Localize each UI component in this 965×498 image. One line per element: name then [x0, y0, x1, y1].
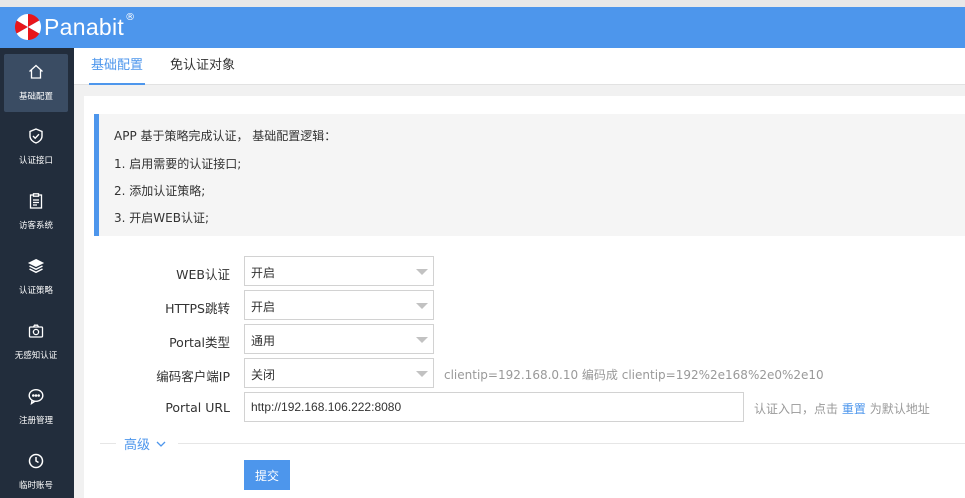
registered-mark: ®	[125, 11, 136, 23]
portal-url-input[interactable]	[244, 392, 744, 422]
sidebar-item-seamless-auth[interactable]: 无感知认证	[4, 313, 68, 371]
select-value: 开启	[251, 300, 276, 314]
encode-client-ip-label: 编码客户端IP	[156, 369, 230, 384]
dropdown-caret-icon	[416, 269, 428, 275]
shield-check-icon	[29, 128, 43, 144]
sidebar-item-label: 认证接口	[18, 156, 53, 166]
app-header: Panabit ®	[0, 7, 965, 48]
advanced-label: 高级	[124, 438, 151, 453]
tab-bar: 基础配置 免认证对象	[74, 48, 965, 85]
sidebar-item-basic-config[interactable]: 基础配置	[4, 54, 68, 112]
advanced-toggle[interactable]: 高级	[124, 434, 166, 453]
sidebar-item-temp-account[interactable]: 临时账号	[4, 443, 68, 498]
brand-name: Panabit	[44, 13, 125, 40]
clipboard-icon	[29, 193, 43, 209]
sidebar-item-auth-interface[interactable]: 认证接口	[4, 118, 68, 176]
select-value: 关闭	[251, 368, 276, 382]
sidebar-item-label: 认证策略	[18, 286, 53, 296]
hint-prefix: 认证入口，点击	[754, 402, 839, 416]
https-redirect-label: HTTPS跳转	[165, 301, 230, 316]
encode-ip-hint: clientip=192.168.0.10 编码成 clientip=192%2…	[444, 368, 824, 382]
reset-link[interactable]: 重置	[842, 402, 866, 416]
sidebar-item-label: 临时账号	[18, 481, 53, 491]
sidebar-item-label: 无感知认证	[14, 351, 58, 361]
dropdown-caret-icon	[416, 337, 428, 343]
info-line: APP 基于策略完成认证， 基础配置逻辑：	[114, 129, 337, 143]
info-callout: APP 基于策略完成认证， 基础配置逻辑： 1. 启用需要的认证接口; 2. 添…	[94, 114, 965, 236]
select-value: 开启	[251, 266, 276, 280]
portal-url-label: Portal URL	[165, 400, 230, 415]
portal-type-select[interactable]: 通用	[244, 324, 434, 354]
camera-icon	[28, 324, 44, 338]
section-divider-left	[100, 443, 116, 444]
home-icon	[29, 64, 43, 79]
web-auth-label: WEB认证	[176, 267, 230, 282]
brand-logo: Panabit ®	[14, 11, 135, 43]
info-line: 2. 添加认证策略;	[114, 184, 206, 198]
select-value: 通用	[251, 334, 276, 348]
window-top-strip	[0, 0, 965, 7]
tab-basic-config[interactable]: 基础配置	[89, 48, 146, 85]
dropdown-caret-icon	[416, 303, 428, 309]
sidebar: 基础配置 认证接口 访客系统 认证策略 无感知认证 注册管理 临时账号	[0, 48, 74, 498]
sidebar-item-label: 注册管理	[18, 416, 53, 426]
chat-icon	[28, 388, 44, 405]
submit-button[interactable]: 提交	[244, 460, 290, 490]
hint-suffix: 为默认地址	[869, 402, 930, 416]
clock-icon	[28, 453, 44, 469]
chevron-down-icon	[156, 441, 166, 447]
encode-client-ip-select[interactable]: 关闭	[244, 358, 434, 388]
info-line: 3. 开启WEB认证;	[114, 211, 209, 225]
sidebar-item-label: 基础配置	[18, 92, 53, 102]
portal-url-hint: 认证入口，点击 重置 为默认地址	[754, 400, 930, 417]
dropdown-caret-icon	[416, 371, 428, 377]
sidebar-item-visitor-system[interactable]: 访客系统	[4, 183, 68, 241]
sidebar-item-auth-policy[interactable]: 认证策略	[4, 248, 68, 306]
sidebar-item-label: 访客系统	[18, 221, 53, 231]
web-auth-select[interactable]: 开启	[244, 256, 434, 286]
portal-type-label: Portal类型	[169, 335, 230, 350]
https-redirect-select[interactable]: 开启	[244, 290, 434, 320]
tab-auth-exempt-objects[interactable]: 免认证对象	[168, 48, 237, 85]
sidebar-item-registration[interactable]: 注册管理	[4, 378, 68, 436]
layers-icon	[27, 258, 45, 274]
section-divider-right	[178, 443, 965, 444]
info-line: 1. 启用需要的认证接口;	[114, 157, 242, 171]
panabit-logo-icon	[14, 13, 42, 41]
